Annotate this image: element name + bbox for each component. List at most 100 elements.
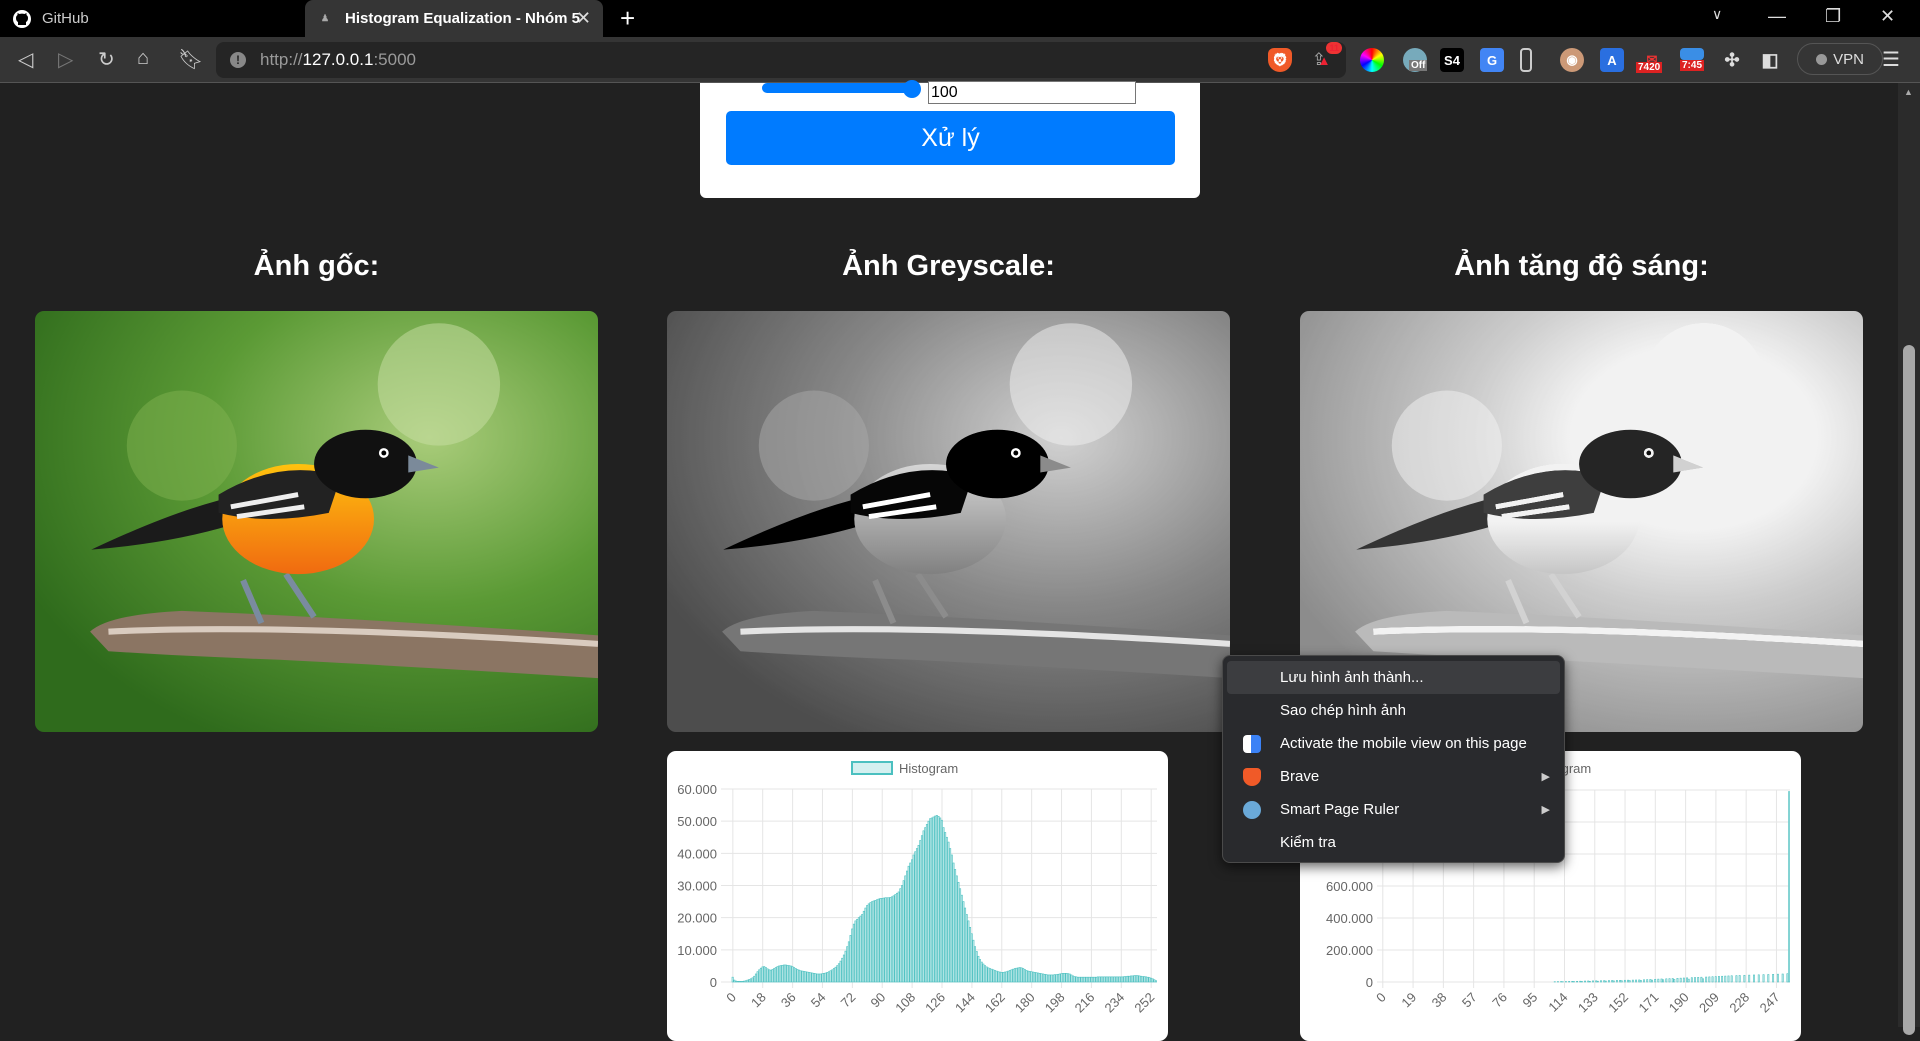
histogram-bar — [949, 849, 950, 982]
histogram-bar — [742, 981, 743, 982]
nerd-icon[interactable]: ◉ — [1560, 48, 1584, 72]
histogram-bar — [998, 972, 999, 982]
histogram-bar — [1698, 977, 1699, 982]
histogram-bar — [1094, 977, 1095, 982]
histogram-bar — [1691, 978, 1692, 982]
menu-item-copy-image[interactable]: Sao chép hình ảnh — [1227, 694, 1560, 727]
s4-icon[interactable]: S4 — [1440, 48, 1464, 72]
browser-toolbar: ◁ ▷ ↻ ⌂ 🔖︎ ! http://127.0.0.1:5000 ⇪ 🦁︎ … — [0, 37, 1920, 83]
menu-icon[interactable]: ☰ — [1882, 47, 1900, 72]
histogram-bar — [1122, 977, 1123, 982]
menu-item-inspect[interactable]: Kiểm tra — [1227, 826, 1560, 859]
histogram-bar — [1581, 981, 1582, 982]
histogram-bar — [802, 971, 803, 982]
histogram-bar — [1788, 792, 1789, 982]
histogram-bar — [1006, 972, 1007, 982]
histogram-bar — [1023, 968, 1024, 982]
tab-github[interactable]: GitHub — [12, 0, 302, 37]
histogram-bar — [1129, 976, 1130, 982]
histogram-bar — [1092, 977, 1093, 982]
vpn-status-icon — [1816, 54, 1827, 65]
x-tick-label: 95 — [1519, 990, 1540, 1011]
back-icon[interactable]: ◁ — [18, 47, 33, 72]
histogram-bar — [1061, 974, 1062, 982]
smart-page-ruler-icon[interactable]: Off — [1403, 48, 1427, 72]
restore-icon[interactable]: ❐ — [1825, 6, 1841, 27]
histogram-bar — [1049, 975, 1050, 982]
color-picker-icon[interactable] — [1360, 48, 1384, 72]
minimize-icon[interactable]: — — [1768, 6, 1786, 27]
x-tick-label: 228 — [1726, 990, 1752, 1016]
brightened-image-heading: Ảnh tăng độ sáng: — [1300, 250, 1863, 283]
histogram-bar — [752, 978, 753, 982]
sidebar-icon[interactable]: ◧ — [1758, 48, 1782, 72]
menu-item-brave[interactable]: Brave▶ — [1227, 760, 1560, 793]
font-icon[interactable]: A — [1600, 48, 1624, 72]
brave-rewards-icon[interactable]: ▲11 — [1312, 48, 1336, 72]
scroll-up-icon[interactable]: ▲ — [1904, 87, 1913, 97]
extensions-icon[interactable]: ✣ — [1720, 48, 1744, 72]
brave-shields-icon[interactable]: 🦁︎ — [1268, 48, 1292, 72]
close-tab-icon[interactable]: ✕ — [576, 8, 591, 29]
slider-thumb[interactable] — [903, 80, 921, 98]
original-image[interactable] — [35, 311, 598, 732]
histogram-bar — [1134, 976, 1135, 982]
bookmark-icon[interactable]: 🔖︎ — [178, 47, 203, 72]
histogram-bar — [946, 837, 947, 982]
brightness-slider[interactable] — [762, 83, 917, 93]
histogram-bar — [1588, 981, 1589, 982]
histogram-bar — [1001, 972, 1002, 982]
menu-item-smart-page-ruler[interactable]: Smart Page Ruler▶ — [1227, 793, 1560, 826]
histogram-bar — [968, 921, 969, 982]
home-icon[interactable]: ⌂ — [137, 47, 149, 70]
histogram-bar — [983, 964, 984, 982]
histogram-bar — [754, 976, 755, 982]
close-window-icon[interactable]: ✕ — [1880, 6, 1895, 27]
google-translate-icon[interactable]: G — [1480, 48, 1504, 72]
greyscale-image[interactable] — [667, 311, 1230, 732]
menu-item-mobile-view[interactable]: Activate the mobile view on this page — [1227, 727, 1560, 760]
histogram-bar — [1052, 975, 1053, 982]
scrollbar-thumb[interactable] — [1903, 345, 1915, 1035]
histogram-bar — [1715, 977, 1716, 982]
histogram-bar — [988, 968, 989, 982]
x-tick-label: 247 — [1757, 990, 1783, 1016]
menu-item-label: Brave — [1280, 768, 1319, 785]
x-tick-label: 152 — [1605, 990, 1631, 1016]
brightness-input[interactable] — [928, 81, 1136, 104]
menu-item-save-image[interactable]: Lưu hình ảnh thành... — [1227, 661, 1560, 694]
mail-icon[interactable]: ✉7420 — [1640, 48, 1664, 72]
histogram-bar — [1112, 977, 1113, 982]
histogram-bar — [1787, 974, 1788, 982]
clock-icon[interactable]: 7:45 — [1680, 48, 1704, 60]
url-port: :5000 — [373, 50, 416, 70]
new-tab-icon[interactable]: + — [620, 3, 635, 34]
y-tick-label: 60.000 — [677, 782, 717, 797]
reload-icon[interactable]: ↻ — [98, 47, 115, 72]
histogram-bar — [822, 974, 823, 982]
page-scrollbar[interactable]: ▲ — [1898, 83, 1920, 1027]
histogram-bar — [1028, 971, 1029, 982]
histogram-bar — [1683, 978, 1684, 982]
histogram-bar — [916, 849, 917, 982]
vpn-button[interactable]: VPN — [1797, 43, 1883, 75]
histogram-bar — [885, 898, 886, 982]
process-button[interactable]: Xử lý — [726, 111, 1175, 165]
histogram-bar — [1011, 970, 1012, 982]
tab-histogram[interactable]: ♟ Histogram Equalization - Nhóm 5 ✕ — [305, 0, 603, 37]
histogram-bar — [945, 832, 946, 982]
greyscale-image-heading: Ảnh Greyscale: — [667, 250, 1230, 283]
histogram-bar — [1672, 978, 1673, 982]
histogram-bar — [1066, 973, 1067, 982]
histogram-bar — [775, 968, 776, 982]
greyscale-histogram-chart: Histogram010.00020.00030.00040.00050.000… — [667, 751, 1168, 1041]
histogram-bar — [984, 966, 985, 982]
address-bar[interactable]: ! http://127.0.0.1:5000 ⇪ — [216, 42, 1346, 78]
histogram-bar — [1655, 979, 1656, 982]
mobile-view-icon[interactable] — [1520, 48, 1532, 72]
histogram-bar — [931, 818, 932, 982]
histogram-bar — [1709, 977, 1710, 982]
info-icon[interactable]: ! — [230, 52, 246, 68]
forward-icon[interactable]: ▷ — [58, 47, 73, 72]
tab-search-icon[interactable]: ∨ — [1712, 6, 1722, 23]
